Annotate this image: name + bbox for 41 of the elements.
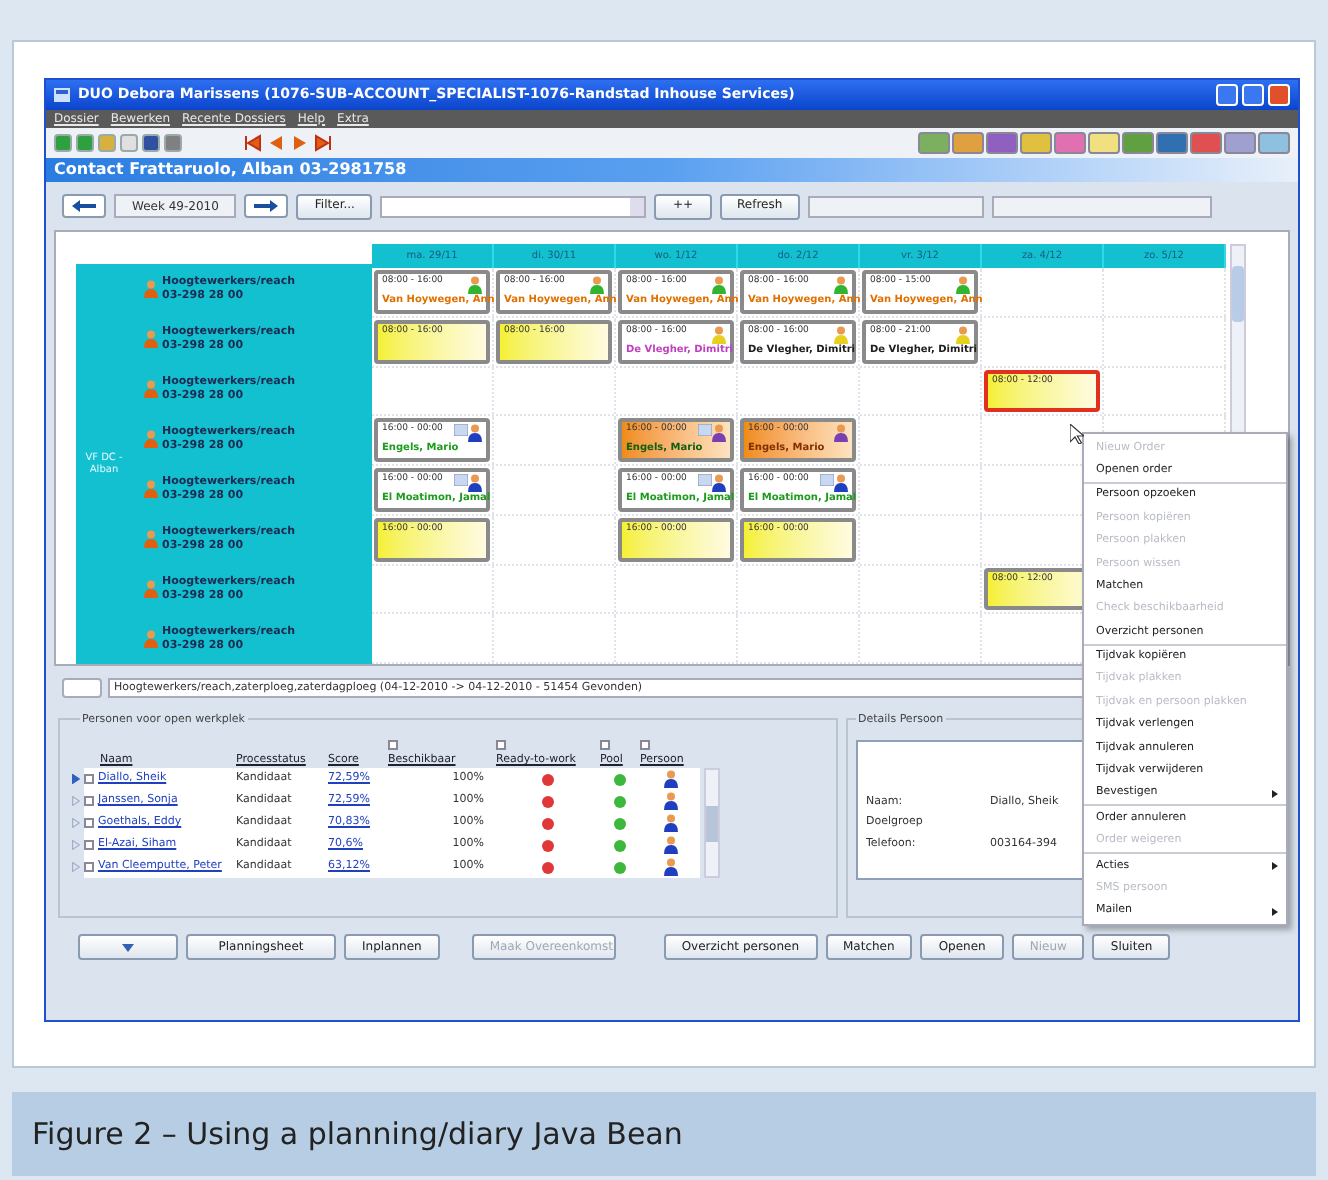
navigation-arrows-icon[interactable] [242,134,334,152]
person-icon [144,630,158,648]
row-checkbox[interactable] [84,774,94,784]
left-arrow-icon [72,200,96,212]
expand-button[interactable] [62,678,102,698]
person-icon [144,280,158,298]
maximize-button[interactable] [1242,84,1264,106]
person-icon [144,380,158,398]
next-week-button[interactable] [244,194,289,218]
row-checkbox[interactable] [84,796,94,806]
toolbar-button[interactable] [1088,132,1120,154]
filter-checkbox[interactable] [496,739,506,750]
right-arrow-icon [254,200,279,212]
previous-week-button[interactable] [62,194,106,218]
person-icon [663,770,677,788]
person-icon [663,814,677,832]
filter-checkbox[interactable] [640,739,650,750]
row-checkbox[interactable] [84,862,94,872]
person-icon [663,792,677,810]
text-field[interactable] [808,195,985,217]
text-field[interactable] [992,195,1213,217]
person-icon [663,858,677,876]
person-icon [144,530,158,548]
filter-checkbox[interactable] [600,739,610,750]
contact-title: Contact Frattaruolo, Alban 03-2981758 [54,162,407,178]
figure-caption: Figure 2 – Using a planning/diary Java Bean [32,1113,683,1156]
person-icon [144,480,158,498]
filter-checkbox[interactable] [388,739,398,750]
app-icon [54,88,70,102]
person-icon [663,836,677,854]
row-checkbox[interactable] [84,840,94,850]
filter-dropdown[interactable] [380,195,647,217]
scrollbar[interactable] [704,768,720,878]
person-icon [144,330,158,348]
close-button[interactable] [1268,84,1290,106]
person-icon [144,580,158,598]
row-checkbox[interactable] [84,818,94,828]
minimize-button[interactable] [1216,84,1238,106]
caret-icon [122,943,134,951]
person-icon [144,430,158,448]
dropdown-button[interactable] [78,934,178,960]
